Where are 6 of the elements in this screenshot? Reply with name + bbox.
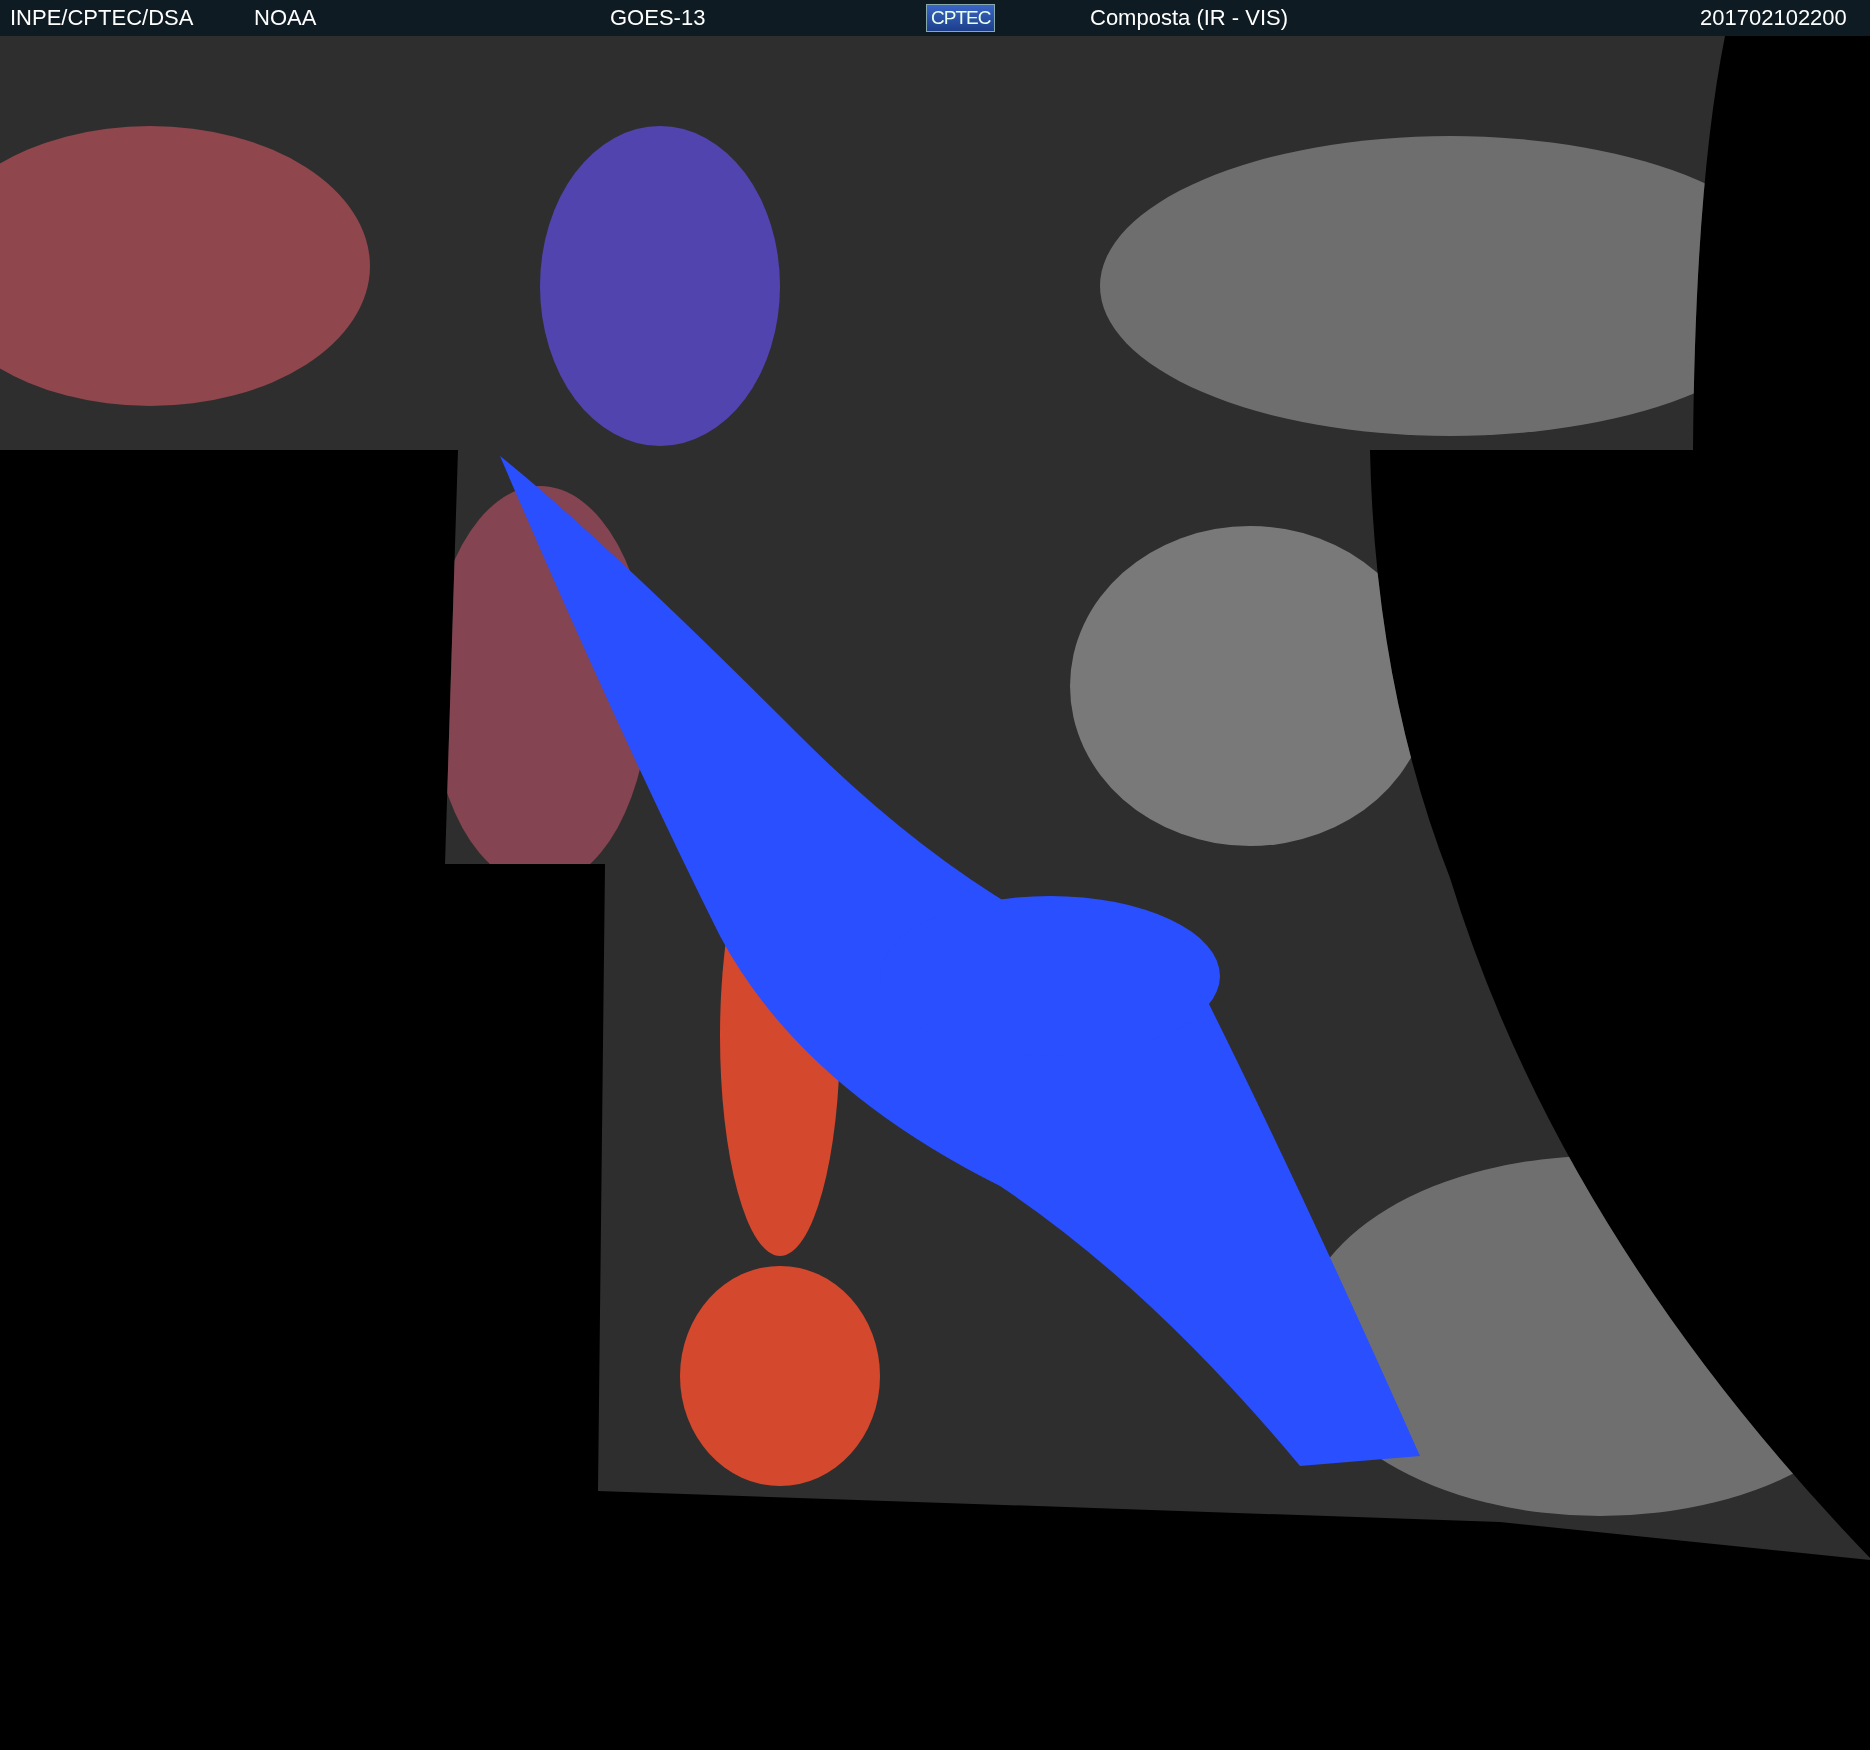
agency-logo: CPTEC <box>926 4 996 32</box>
header-label: NOAA <box>254 5 317 31</box>
header-label: 201702102200 <box>1700 5 1847 31</box>
header-label: INPE/CPTEC/DSA <box>10 5 194 31</box>
header-label: Composta (IR - VIS) <box>1090 5 1289 31</box>
header-label: GOES-13 <box>610 5 706 31</box>
